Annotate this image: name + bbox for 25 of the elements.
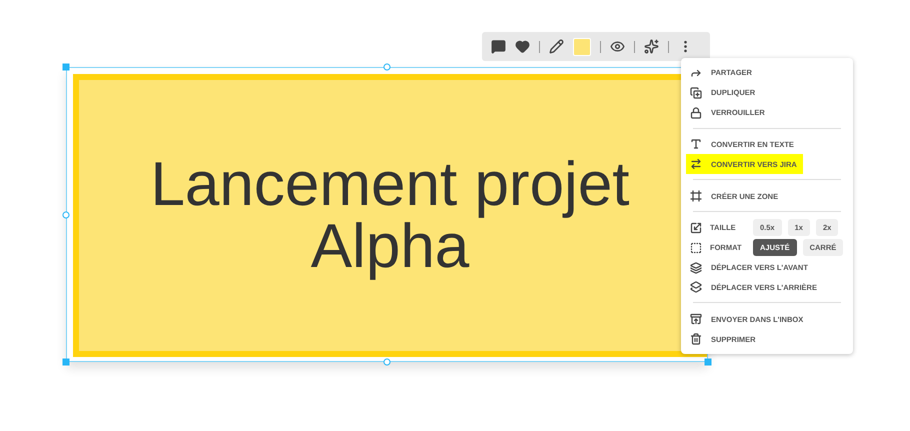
resize-handle[interactable] [384,64,390,70]
sparkles-icon[interactable] [644,39,659,54]
duplicate-icon [690,86,702,99]
heart-icon[interactable] [515,39,530,54]
resize-handle[interactable] [62,212,70,218]
resize-handle[interactable] [62,64,70,70]
resize-handle[interactable] [704,358,712,366]
arrows-icon [690,158,702,170]
frame-icon [690,190,702,202]
comment-icon[interactable] [491,39,506,54]
layers-icon [690,262,702,274]
sticky-note[interactable]: Lancement projet Alpha [73,74,707,357]
resize-handle[interactable] [62,358,70,366]
color-swatch[interactable] [573,38,591,56]
inbox-icon [690,313,702,326]
text-icon [690,138,702,150]
resize-icon [690,222,702,234]
layers-icon [690,281,702,294]
resize-handle[interactable] [384,358,390,366]
note-text: Lancement projet Alpha [149,154,631,278]
trash-icon [690,333,702,346]
lock-icon [690,106,702,119]
format-icon [690,242,702,254]
pencil-icon[interactable] [549,39,564,54]
eye-icon[interactable] [610,39,625,54]
